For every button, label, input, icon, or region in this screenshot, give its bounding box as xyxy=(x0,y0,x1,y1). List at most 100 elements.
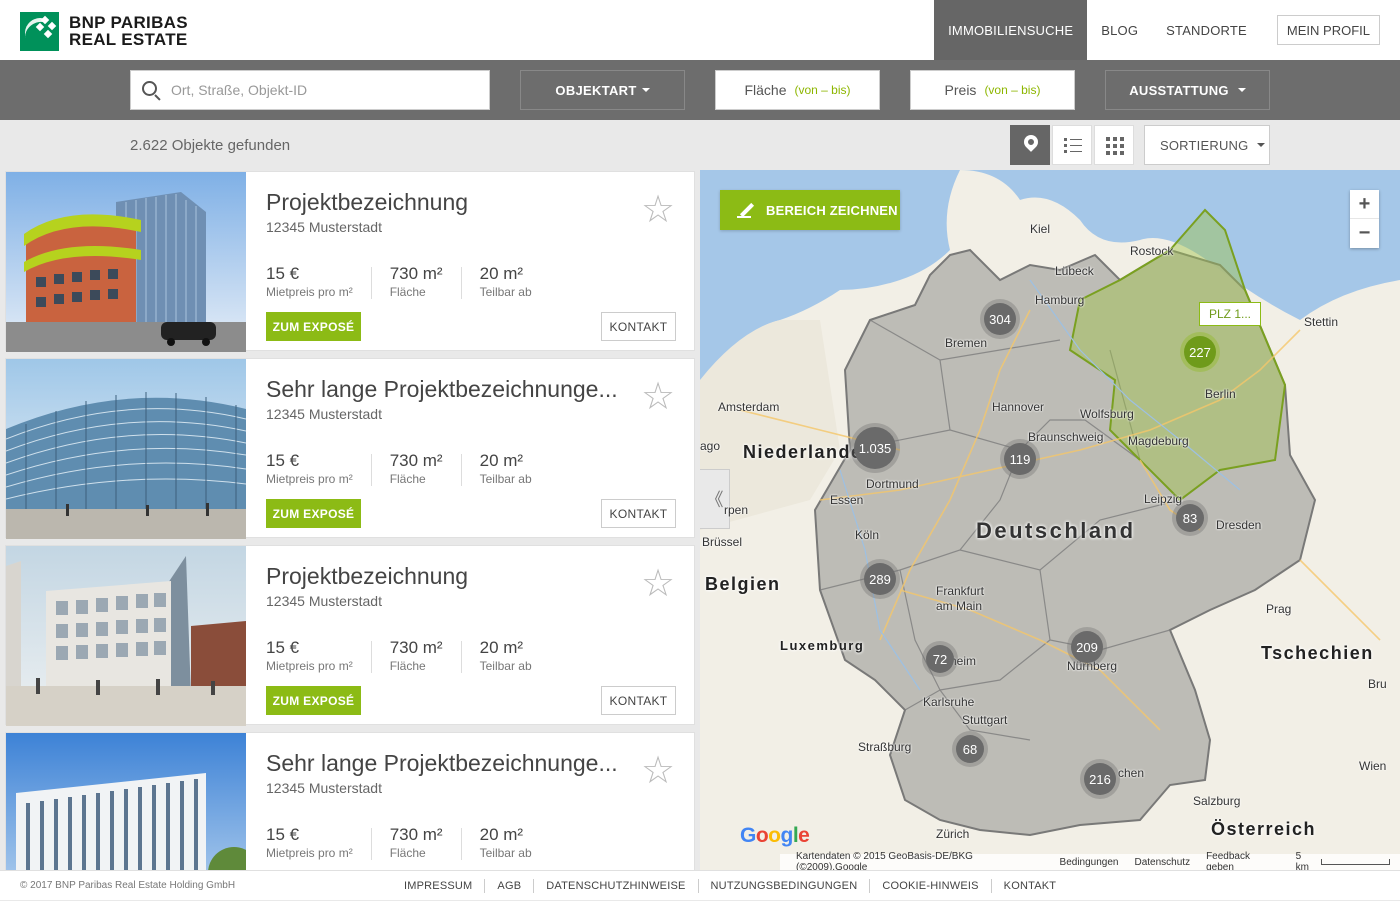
star-icon[interactable]: ☆ xyxy=(640,191,676,229)
listing-image[interactable] xyxy=(6,359,246,539)
cluster-marker[interactable]: 83 xyxy=(1176,504,1204,532)
star-icon[interactable]: ☆ xyxy=(640,378,676,416)
map-view-button[interactable] xyxy=(1010,125,1050,165)
footer-link-impressum[interactable]: IMPRESSUM xyxy=(392,879,486,893)
cluster-marker[interactable]: 216 xyxy=(1084,763,1116,795)
map[interactable]: BEREICH ZEICHNEN + − 《 Kiel Rostock Lübe… xyxy=(700,170,1400,870)
nav-immobiliensuche[interactable]: IMMOBILIENSUCHE xyxy=(934,0,1088,60)
star-icon[interactable]: ☆ xyxy=(640,752,676,790)
city-label: Dresden xyxy=(1216,518,1262,532)
map-feedback-link[interactable]: Feedback geben xyxy=(1206,851,1279,870)
collapse-panel-button[interactable]: 《 xyxy=(700,469,730,529)
footer-link-datenschutz[interactable]: DATENSCHUTZHINWEISE xyxy=(534,879,699,893)
city-label: Straßburg xyxy=(858,740,912,754)
brand-logo[interactable]: BNP PARIBAS REAL ESTATE xyxy=(20,11,188,51)
listing-card[interactable]: Sehr lange Projektbezeichnunge... 12345 … xyxy=(5,732,695,870)
footer-link-kontakt[interactable]: KONTAKT xyxy=(992,879,1069,893)
cluster-marker[interactable]: 209 xyxy=(1071,631,1103,663)
city-label: Rostock xyxy=(1130,244,1174,258)
area-value: 730 m² xyxy=(389,825,443,844)
listing-image[interactable] xyxy=(6,172,246,352)
flaeche-filter[interactable]: Fläche (von – bis) xyxy=(715,70,880,110)
city-label: heim xyxy=(950,654,977,668)
city-label: am Main xyxy=(936,599,983,613)
search-icon[interactable] xyxy=(131,70,171,110)
city-label: Essen xyxy=(830,493,864,507)
price-label: Mietpreis pro m² xyxy=(266,285,353,299)
price-value: 15 € xyxy=(266,451,300,470)
city-label: Frankfurt xyxy=(936,584,985,598)
ausstattung-dropdown[interactable]: AUSSTATTUNG xyxy=(1105,70,1270,110)
listing-image[interactable] xyxy=(6,733,246,870)
country-label: Luxemburg xyxy=(780,638,865,653)
footer-links: IMPRESSUM AGB DATENSCHUTZHINWEISE NUTZUN… xyxy=(392,871,1068,901)
cluster-marker[interactable]: 119 xyxy=(1004,443,1036,475)
divisible-label: Teilbar ab xyxy=(479,472,532,486)
footer-link-cookie[interactable]: COOKIE-HINWEIS xyxy=(870,879,992,893)
map-terms-link[interactable]: Bedingungen xyxy=(1060,857,1119,868)
my-profile-button[interactable]: MEIN PROFIL xyxy=(1276,15,1380,45)
zoom-in-button[interactable]: + xyxy=(1350,190,1379,219)
cluster-marker[interactable]: 227 xyxy=(1184,336,1216,368)
listing-stats: 15 € Mietpreis pro m² 730 m² Fläche 20 m² T… xyxy=(266,264,532,299)
city-label: Leipzig xyxy=(1144,492,1183,506)
listing-title[interactable]: Sehr lange Projektbezeichnunge... xyxy=(266,376,618,403)
footer-link-nutzungsbedingungen[interactable]: NUTZUNGSBEDINGUNGEN xyxy=(699,879,871,893)
grid-icon xyxy=(1106,137,1124,155)
country-label: Deutschland xyxy=(976,518,1136,543)
expose-button[interactable]: ZUM EXPOSÉ xyxy=(266,499,361,528)
expose-button[interactable]: ZUM EXPOSÉ xyxy=(266,312,361,341)
divisible-label: Teilbar ab xyxy=(479,285,532,299)
listing-image[interactable] xyxy=(6,546,246,726)
cluster-marker[interactable]: 289 xyxy=(864,563,896,595)
brand-name: BNP PARIBAS REAL ESTATE xyxy=(69,13,188,49)
city-label: Magdeburg xyxy=(1128,434,1189,448)
list-icon xyxy=(1064,138,1082,154)
preis-filter[interactable]: Preis (von – bis) xyxy=(910,70,1075,110)
draw-area-button[interactable]: BEREICH ZEICHNEN xyxy=(720,190,900,230)
contact-button[interactable]: KONTAKT xyxy=(601,686,676,715)
map-attribution-text: Kartendaten © 2015 GeoBasis-DE/BKG (©200… xyxy=(796,851,973,870)
plz-label[interactable]: PLZ 1... xyxy=(1199,302,1262,326)
expose-button[interactable]: ZUM EXPOSÉ xyxy=(266,686,361,715)
objektart-dropdown[interactable]: OBJEKTART xyxy=(520,70,685,110)
map-privacy-link[interactable]: Datenschutz xyxy=(1134,857,1190,868)
contact-button[interactable]: KONTAKT xyxy=(601,499,676,528)
listing-card[interactable]: Projektbezeichnung 12345 Musterstadt ☆ 1… xyxy=(5,171,695,352)
grid-view-button[interactable] xyxy=(1094,125,1134,165)
city-label: Amsterdam xyxy=(718,400,780,414)
map-attribution: Kartendaten © 2015 GeoBasis-DE/BKG (©200… xyxy=(780,851,1400,870)
search-input[interactable] xyxy=(171,82,471,98)
area-label: Fläche xyxy=(389,285,426,299)
divisible-value: 20 m² xyxy=(479,638,524,657)
cluster-marker[interactable]: 68 xyxy=(956,735,984,763)
star-icon[interactable]: ☆ xyxy=(640,565,676,603)
listing-stats: 15 € Mietpreis pro m² 730 m² Fläche 20 m² T… xyxy=(266,825,532,860)
list-view-button[interactable] xyxy=(1052,125,1092,165)
listing-card[interactable]: Sehr lange Projektbezeichnunge... 12345 … xyxy=(5,358,695,539)
city-label: Hamburg xyxy=(1035,293,1085,307)
sort-dropdown[interactable]: SORTIERUNG xyxy=(1144,125,1270,165)
city-label: Dortmund xyxy=(866,477,919,491)
chevron-down-icon xyxy=(1257,143,1266,147)
price-label: Mietpreis pro m² xyxy=(266,846,353,860)
city-label: Wien xyxy=(1359,759,1387,773)
cluster-marker[interactable]: 1.035 xyxy=(854,427,896,469)
city-label: Bru xyxy=(1368,677,1387,691)
listing-title[interactable]: Sehr lange Projektbezeichnunge... xyxy=(266,750,618,777)
listing-card[interactable]: Projektbezeichnung 12345 Musterstadt ☆ 1… xyxy=(5,545,695,726)
cluster-marker[interactable]: 72 xyxy=(926,645,954,673)
cluster-marker[interactable]: 304 xyxy=(984,303,1016,335)
contact-button[interactable]: KONTAKT xyxy=(601,312,676,341)
nav-standorte[interactable]: STANDORTE xyxy=(1152,0,1261,60)
footer-link-agb[interactable]: AGB xyxy=(485,879,535,893)
nav-blog[interactable]: BLOG xyxy=(1087,0,1152,60)
listing-title[interactable]: Projektbezeichnung xyxy=(266,189,468,216)
city-label: Karlsruhe xyxy=(923,695,975,709)
listing-title[interactable]: Projektbezeichnung xyxy=(266,563,468,590)
city-label: Berlin xyxy=(1205,387,1236,401)
listing-address: 12345 Musterstadt xyxy=(266,780,382,796)
city-label: Bremen xyxy=(945,336,988,350)
city-label: Köln xyxy=(855,528,880,542)
zoom-out-button[interactable]: − xyxy=(1350,219,1379,248)
